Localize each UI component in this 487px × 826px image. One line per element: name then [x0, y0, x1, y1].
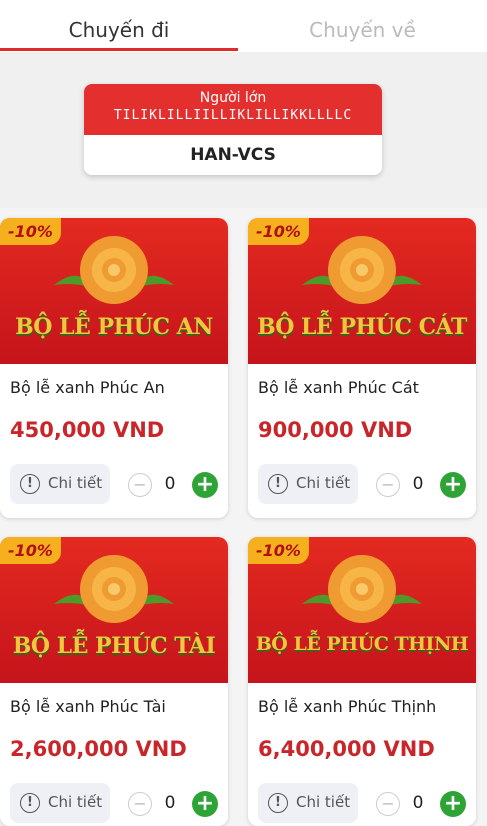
info-icon: ! [20, 793, 40, 813]
quantity-value: 0 [412, 793, 424, 813]
product-card-phuc-cat[interactable]: -10% BỘ LỄ PHÚC CÁT Bộ lễ xanh Phúc Cát … [248, 218, 476, 518]
info-icon: ! [20, 474, 40, 494]
detail-button[interactable]: ! Chi tiết [10, 783, 110, 823]
decrease-button[interactable]: − [376, 792, 400, 816]
product-card-phuc-tai[interactable]: -10% BỘ LỄ PHÚC TÀI Bộ lễ xanh Phúc Tài … [0, 537, 228, 826]
product-card-phuc-an[interactable]: -10% BỘ LỄ PHÚC AN Bộ lễ xanh Phúc An 45… [0, 218, 228, 518]
banner-title: BỘ LỄ PHÚC CÁT [257, 314, 467, 340]
detail-label: Chi tiết [296, 793, 351, 811]
detail-label: Chi tiết [48, 474, 103, 492]
product-banner: -10% BỘ LỄ PHÚC CÁT [248, 218, 476, 364]
quantity-value: 0 [164, 474, 176, 494]
detail-label: Chi tiết [296, 474, 351, 492]
passenger-name: TILIKLILLIILLIKLILLIKKLLLLC [113, 108, 353, 123]
decrease-button[interactable]: − [376, 473, 400, 497]
tab-return[interactable]: Chuyến về [238, 0, 487, 52]
route-code: HAN-VCS [190, 145, 276, 165]
product-banner: -10% BỘ LỄ PHÚC TÀI [0, 537, 228, 683]
trip-tabs: Chuyến đi Chuyến về [0, 0, 487, 52]
detail-button[interactable]: ! Chi tiết [258, 783, 358, 823]
product-banner: -10% BỘ LỄ PHÚC AN [0, 218, 228, 364]
product-card-phuc-thinh[interactable]: -10% BỘ LỄ PHÚC THỊNH Bộ lễ xanh Phúc Th… [248, 537, 476, 826]
banner-title: BỘ LỄ PHÚC AN [15, 314, 213, 340]
banner-title: BỘ LỄ PHÚC TÀI [12, 633, 216, 659]
increase-button[interactable]: + [192, 472, 218, 498]
passenger-card[interactable]: Người lớn TILIKLILLIILLIKLILLIKKLLLLC HA… [84, 84, 382, 175]
product-price: 2,600,000 VND [10, 737, 187, 761]
info-icon: ! [268, 793, 288, 813]
product-name: Bộ lễ xanh Phúc Tài [10, 697, 166, 716]
active-tab-indicator [0, 48, 238, 51]
passenger-header: Người lớn TILIKLILLIILLIKLILLIKKLLLLC [84, 84, 382, 135]
product-price: 6,400,000 VND [258, 737, 435, 761]
info-icon: ! [268, 474, 288, 494]
product-banner: -10% BỘ LỄ PHÚC THỊNH [248, 537, 476, 683]
detail-button[interactable]: ! Chi tiết [10, 464, 110, 504]
flower-icon [54, 236, 174, 304]
product-price: 450,000 VND [10, 418, 165, 442]
product-name: Bộ lễ xanh Phúc Thịnh [258, 697, 437, 716]
increase-button[interactable]: + [440, 472, 466, 498]
decrease-button[interactable]: − [128, 792, 152, 816]
increase-button[interactable]: + [440, 791, 466, 817]
detail-label: Chi tiết [48, 793, 103, 811]
banner-title: BỘ LỄ PHÚC THỊNH [255, 633, 469, 655]
flower-icon [302, 555, 422, 623]
increase-button[interactable]: + [192, 791, 218, 817]
quantity-value: 0 [164, 793, 176, 813]
discount-badge: -10% [0, 537, 61, 564]
tab-outbound[interactable]: Chuyến đi [0, 0, 238, 52]
discount-badge: -10% [0, 218, 61, 245]
flower-icon [302, 236, 422, 304]
discount-badge: -10% [248, 218, 309, 245]
product-price: 900,000 VND [258, 418, 413, 442]
decrease-button[interactable]: − [128, 473, 152, 497]
passenger-type: Người lớn [199, 90, 267, 106]
detail-button[interactable]: ! Chi tiết [258, 464, 358, 504]
product-name: Bộ lễ xanh Phúc Cát [258, 378, 419, 397]
product-name: Bộ lễ xanh Phúc An [10, 378, 165, 397]
discount-badge: -10% [248, 537, 309, 564]
quantity-value: 0 [412, 474, 424, 494]
flower-icon [54, 555, 174, 623]
